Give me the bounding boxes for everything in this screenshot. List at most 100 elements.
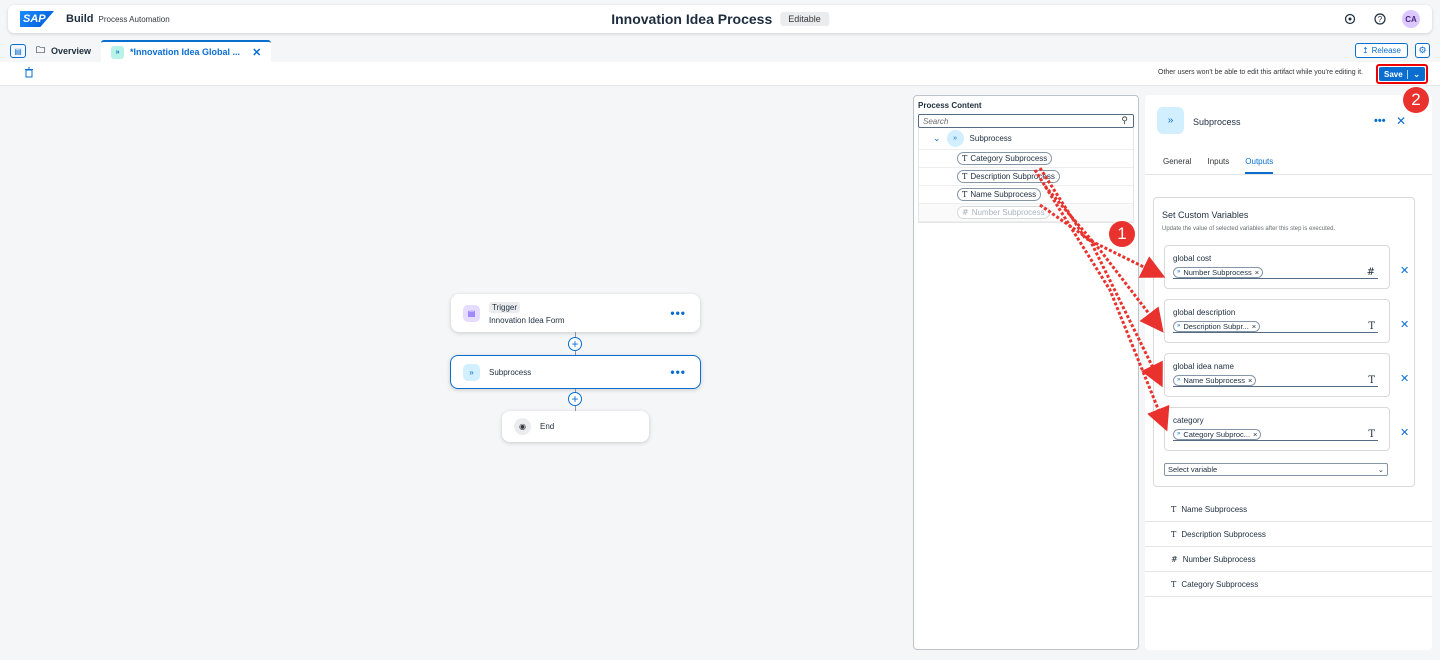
- tab-label: Overview: [51, 46, 92, 56]
- svg-text:?: ?: [1378, 15, 1383, 24]
- shell-center: Innovation Idea Process Editable: [611, 11, 829, 27]
- subprocess-node[interactable]: » Subprocess •••: [450, 355, 701, 389]
- navigator-icon[interactable]: ▤: [10, 44, 26, 58]
- end-node[interactable]: ◉ End: [502, 411, 649, 442]
- subprocess-icon: »: [463, 363, 480, 381]
- variable-token[interactable]: T Name Subprocess: [957, 188, 1042, 201]
- variable-card: category » Category Subproc... × T: [1164, 407, 1390, 451]
- custom-variables-section: Set Custom Variables Update the value of…: [1153, 197, 1415, 487]
- variable-card: global cost » Number Subprocess × #: [1164, 245, 1390, 289]
- tab-innovation-idea[interactable]: » *Innovation Idea Global ... ✕: [101, 40, 272, 62]
- remove-variable-icon[interactable]: ✕: [1400, 264, 1409, 277]
- text-type-icon: T: [1171, 504, 1177, 514]
- process-content-panel: Process Content Search ⚲ ⌄ » Subprocess …: [913, 95, 1139, 650]
- tab-inputs[interactable]: Inputs: [1207, 151, 1229, 174]
- variable-token[interactable]: » Name Subprocess ×: [1173, 374, 1257, 386]
- list-item[interactable]: T Name Subprocess: [919, 186, 1133, 204]
- variable-token[interactable]: » Description Subpr... ×: [1173, 320, 1261, 332]
- custom-variables-title: Set Custom Variables: [1162, 210, 1249, 220]
- add-step-icon[interactable]: +: [568, 392, 582, 406]
- search-icon[interactable]: ⚲: [1121, 115, 1128, 126]
- variable-label: global description: [1173, 308, 1236, 317]
- tab-outputs[interactable]: Outputs: [1245, 151, 1274, 174]
- variable-label: category: [1173, 416, 1204, 425]
- variable-token[interactable]: T Category Subprocess: [957, 152, 1053, 165]
- variable-token[interactable]: » Number Subprocess ×: [1173, 266, 1264, 278]
- search-input[interactable]: Search ⚲: [918, 114, 1134, 128]
- subprocess-icon: »: [1177, 377, 1181, 383]
- select-variable-dropdown[interactable]: Select variable ⌄: [1164, 463, 1388, 476]
- list-item: T Name Subprocess: [1145, 497, 1432, 522]
- end-icon: ◉: [514, 418, 531, 435]
- tab-overview[interactable]: 🗀 Overview: [26, 40, 101, 62]
- annotation-marker-1: 1: [1109, 221, 1135, 247]
- chevron-down-icon[interactable]: ⌄: [933, 133, 941, 144]
- variable-token[interactable]: » Category Subproc... ×: [1173, 428, 1262, 440]
- product-subtitle: Process Automation: [98, 14, 170, 24]
- variable-input[interactable]: » Name Subprocess × T: [1173, 374, 1378, 387]
- editor-toolbar: Other users won't be able to edit this a…: [0, 62, 1440, 86]
- subprocess-icon: »: [946, 130, 964, 147]
- product-name: Build: [66, 13, 94, 25]
- add-step-icon[interactable]: +: [568, 337, 582, 351]
- save-highlight: Save ⌄: [1376, 64, 1428, 84]
- list-item[interactable]: ⌄ » Subprocess: [919, 128, 1133, 150]
- text-type-icon: T: [1171, 529, 1177, 539]
- variable-label: global idea name: [1173, 362, 1234, 371]
- avatar[interactable]: CA: [1402, 10, 1420, 28]
- chevron-down-icon[interactable]: ⌄: [1413, 70, 1420, 79]
- number-type-icon: #: [962, 208, 969, 217]
- trigger-name: Innovation Idea Form: [489, 315, 565, 325]
- text-type-icon: T: [962, 154, 968, 163]
- upload-icon: ↥: [1361, 46, 1369, 55]
- variable-label: global cost: [1173, 254, 1212, 263]
- trash-icon[interactable]: [24, 67, 34, 81]
- annotation-marker-2: 2: [1403, 87, 1429, 113]
- outputs-list: T Name Subprocess T Description Subprocess…: [1145, 497, 1432, 597]
- close-icon[interactable]: ×: [1252, 322, 1256, 331]
- gear-icon[interactable]: ⚙: [1415, 43, 1430, 58]
- status-badge: Editable: [780, 12, 829, 26]
- close-icon[interactable]: ✕: [252, 46, 261, 59]
- list-item[interactable]: T Description Subprocess: [919, 168, 1133, 186]
- variable-input[interactable]: » Number Subprocess × #: [1173, 266, 1378, 279]
- remove-variable-icon[interactable]: ✕: [1400, 318, 1409, 331]
- number-type-icon: #: [1171, 554, 1178, 564]
- subprocess-icon: »: [1177, 431, 1181, 437]
- list-item[interactable]: T Category Subprocess: [919, 150, 1133, 168]
- tab-general[interactable]: General: [1163, 151, 1191, 174]
- close-icon[interactable]: ×: [1253, 430, 1257, 439]
- process-content-title: Process Content: [918, 101, 982, 110]
- variable-input[interactable]: » Category Subproc... × T: [1173, 428, 1378, 441]
- save-button[interactable]: Save ⌄: [1379, 67, 1425, 81]
- joule-icon[interactable]: [1342, 11, 1358, 27]
- trigger-tag: Trigger: [489, 301, 521, 313]
- more-icon[interactable]: •••: [670, 365, 686, 379]
- list-item: T Description Subprocess: [1145, 522, 1432, 547]
- page-title: Innovation Idea Process: [611, 11, 773, 27]
- release-button[interactable]: ↥ Release: [1354, 43, 1408, 58]
- number-type-icon: #: [1366, 266, 1375, 278]
- help-icon[interactable]: ?: [1372, 11, 1388, 27]
- variable-token[interactable]: T Description Subprocess: [957, 170, 1060, 183]
- close-icon[interactable]: ✕: [1396, 114, 1406, 128]
- tab-bar: ▤ 🗀 Overview » *Innovation Idea Global .…: [0, 40, 1440, 62]
- remove-variable-icon[interactable]: ✕: [1400, 372, 1409, 385]
- form-icon: ▤: [463, 304, 480, 322]
- trigger-node[interactable]: ▤ Trigger Innovation Idea Form •••: [451, 294, 700, 332]
- more-icon[interactable]: •••: [1374, 115, 1386, 127]
- text-type-icon: T: [1368, 428, 1375, 440]
- custom-variables-description: Update the value of selected variables a…: [1162, 226, 1336, 232]
- subprocess-icon: »: [1157, 107, 1184, 134]
- variable-card: global description » Description Subpr...…: [1164, 299, 1390, 343]
- more-icon[interactable]: •••: [670, 306, 686, 320]
- remove-variable-icon[interactable]: ✕: [1400, 426, 1409, 439]
- variable-input[interactable]: » Description Subpr... × T: [1173, 320, 1378, 333]
- subprocess-name: Subprocess: [489, 367, 532, 377]
- edit-lock-note: Other users won't be able to edit this a…: [1158, 69, 1363, 76]
- chevron-down-icon: ⌄: [1377, 465, 1384, 474]
- close-icon[interactable]: ×: [1255, 268, 1259, 277]
- sap-logo[interactable]: SAP: [20, 11, 54, 27]
- close-icon[interactable]: ×: [1248, 376, 1252, 385]
- properties-title: Subprocess: [1193, 117, 1241, 127]
